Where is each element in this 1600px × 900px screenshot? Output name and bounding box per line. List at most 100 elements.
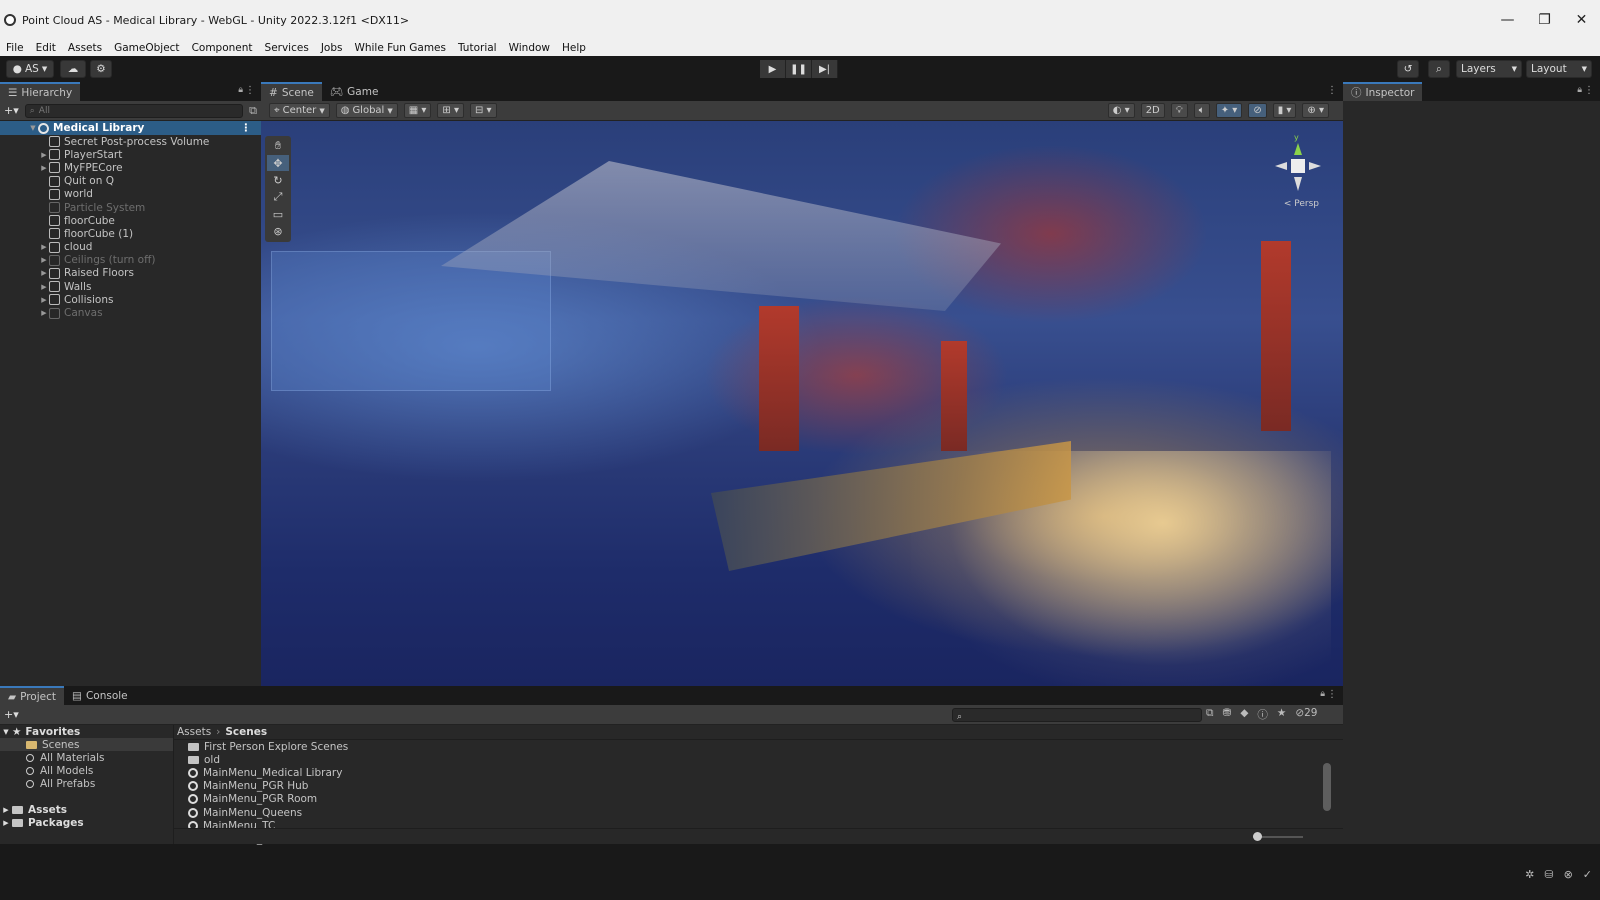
search-button[interactable]: ⌕ (1428, 60, 1450, 78)
menu-gameobject[interactable]: GameObject (114, 42, 179, 54)
orientation-gizmo[interactable]: y (1273, 131, 1323, 201)
close-button[interactable]: ✕ (1563, 0, 1600, 40)
gizmo-x-arrow[interactable] (1275, 162, 1287, 170)
minimize-button[interactable]: — (1489, 0, 1526, 40)
file-item[interactable]: First Person Explore Scenes (188, 740, 1343, 753)
hand-tool-icon[interactable]: ✋︎ (267, 138, 289, 154)
star-icon[interactable]: ★ (1277, 707, 1286, 722)
pivot-center-dropdown[interactable]: ⌖ Center ▼ (269, 103, 330, 118)
vertical-scrollbar[interactable] (1323, 763, 1331, 811)
auto-refresh-icon[interactable]: ✓ (1583, 868, 1592, 881)
breadcrumb-scenes[interactable]: Scenes (225, 726, 267, 738)
effects-dropdown[interactable]: ✦ ▾ (1215, 103, 1243, 118)
expand-arrow-icon[interactable]: ▼ (0, 728, 12, 736)
hierarchy-item[interactable]: ▶ Walls (0, 280, 261, 293)
kebab-menu-icon[interactable]: ⋮ (1327, 85, 1337, 96)
hierarchy-item[interactable]: ▶ PlayerStart (0, 148, 261, 161)
hierarchy-item[interactable]: Particle System (0, 201, 261, 214)
toggle-2d-button[interactable]: 2D (1140, 103, 1165, 118)
tab-inspector[interactable]: ⓘ Inspector (1343, 82, 1423, 101)
file-item[interactable]: MainMenu_PGR Room (188, 793, 1343, 806)
increment-snap-button[interactable]: ⊟ ▾ (469, 103, 497, 118)
zoom-slider[interactable] (1253, 832, 1303, 841)
rotate-tool-icon[interactable]: ↻ (267, 172, 289, 188)
collab-button[interactable]: ⚙ (90, 60, 112, 78)
favorite-item-all-prefabs[interactable]: All Prefabs (0, 778, 173, 791)
gizmo-center-cube[interactable] (1291, 159, 1305, 173)
menu-component[interactable]: Component (192, 42, 253, 54)
zoom-slider-knob[interactable] (1253, 832, 1262, 841)
lighting-toggle-button[interactable]: 💡︎ (1170, 103, 1188, 118)
hierarchy-search-input[interactable]: ⌕ All (24, 103, 244, 118)
file-item[interactable]: old (188, 753, 1343, 766)
tab-console[interactable]: ▤ Console (64, 686, 136, 705)
space-global-dropdown[interactable]: ◍ Global ▼ (335, 103, 398, 118)
add-button[interactable]: +▾ (4, 104, 19, 117)
root-assets[interactable]: ▶ Assets (0, 803, 173, 816)
rect-tool-icon[interactable]: ▭ (267, 206, 289, 222)
menu-window[interactable]: Window (509, 42, 550, 54)
favorites-header[interactable]: ▼ ★ Favorites (0, 725, 173, 738)
expand-arrow-icon[interactable]: ▶ (39, 243, 49, 251)
tag-icon[interactable]: ◆ (1240, 707, 1248, 722)
expand-arrow-icon[interactable]: ▶ (39, 269, 49, 277)
persp-label[interactable]: < Persp (1284, 199, 1319, 209)
tab-project[interactable]: ▰ Project (0, 686, 65, 705)
kebab-menu-icon[interactable]: ⋮ (1584, 85, 1594, 96)
cache-server-icon[interactable]: ⛁ (1544, 868, 1553, 881)
expand-arrow-icon[interactable]: ▶ (39, 309, 49, 317)
hierarchy-item[interactable]: ▶ Raised Floors (0, 267, 261, 280)
menu-tutorial[interactable]: Tutorial (458, 42, 497, 54)
kebab-menu-icon[interactable]: ⋮ (245, 85, 255, 96)
lock-icon[interactable]: 🔒︎ (238, 85, 243, 95)
gizmo-neg-y-arrow[interactable] (1294, 177, 1302, 191)
favorite-item-scenes[interactable]: Scenes (0, 738, 173, 752)
expand-arrow-icon[interactable]: ▶ (39, 296, 49, 304)
snap-toggle-button[interactable]: ⊞ ▾ (437, 103, 464, 118)
play-button[interactable]: ▶ (760, 60, 786, 78)
pause-button[interactable]: ❚❚ (786, 60, 812, 78)
lock-icon[interactable]: 🔒︎ (1577, 85, 1582, 95)
collab-status-icon[interactable]: ⊗ (1564, 868, 1573, 881)
history-button[interactable]: ↺ (1397, 60, 1419, 78)
gizmo-neg-x-arrow[interactable] (1309, 162, 1321, 170)
camera-dropdown[interactable]: ▮ ▾ (1272, 103, 1297, 118)
project-search-input[interactable]: ⌕ (952, 708, 1202, 722)
expand-arrow-icon[interactable]: ▶ (39, 283, 49, 291)
step-button[interactable]: ▶| (812, 60, 838, 78)
hierarchy-item[interactable]: ▶ Collisions (0, 293, 261, 306)
scene-root-item[interactable]: ▼ Medical Library ⋮ (0, 121, 261, 135)
file-item[interactable]: MainMenu_PGR Hub (188, 780, 1343, 793)
gizmo-y-arrow[interactable] (1294, 143, 1302, 155)
tab-hierarchy[interactable]: ☰ Hierarchy (0, 82, 81, 101)
lock-icon[interactable]: 🔒︎ (1320, 689, 1325, 699)
scale-tool-icon[interactable]: ⤢ (267, 189, 289, 205)
transform-tool-icon[interactable]: ⊛ (267, 223, 289, 239)
move-tool-icon[interactable]: ✥ (267, 155, 289, 171)
hierarchy-item[interactable]: floorCube (1) (0, 227, 261, 240)
hierarchy-item[interactable]: world (0, 188, 261, 201)
kebab-menu-icon[interactable]: ⋮ (241, 122, 252, 134)
breadcrumb-assets[interactable]: Assets (177, 726, 211, 738)
expand-arrow-icon[interactable]: ▶ (39, 256, 49, 264)
menu-edit[interactable]: Edit (36, 42, 56, 54)
file-item[interactable]: MainMenu_Queens (188, 806, 1343, 819)
menu-help[interactable]: Help (562, 42, 586, 54)
visibility-toggle-button[interactable]: ⊘ (1248, 103, 1267, 118)
layout-dropdown[interactable]: Layout ▼ (1526, 60, 1592, 78)
hierarchy-item[interactable]: ▶ Ceilings (turn off) (0, 254, 261, 267)
expand-arrow-icon[interactable]: ▶ (0, 806, 12, 814)
audio-toggle-button[interactable]: 🔈︎ (1193, 103, 1210, 118)
debug-icon[interactable]: ✲ (1525, 868, 1534, 881)
scene-viewport[interactable]: ✋︎ ✥ ↻ ⤢ ▭ ⊛ y < Persp (261, 121, 1343, 686)
grid-toggle-button[interactable]: ▦ ▾ (403, 103, 432, 118)
menu-services[interactable]: Services (265, 42, 309, 54)
cloud-button[interactable]: ☁ (60, 60, 86, 78)
gizmos-dropdown[interactable]: ⊕ ▾ (1302, 103, 1329, 118)
hierarchy-item[interactable]: ▶ MyFPECore (0, 161, 261, 174)
draw-mode-dropdown[interactable]: ◐ ▾ (1107, 103, 1135, 118)
hierarchy-item[interactable]: ▶ Canvas (0, 306, 261, 319)
account-dropdown[interactable]: ● AS ▼ (6, 60, 54, 78)
add-button[interactable]: +▾ (4, 708, 19, 721)
root-packages[interactable]: ▶ Packages (0, 816, 173, 829)
